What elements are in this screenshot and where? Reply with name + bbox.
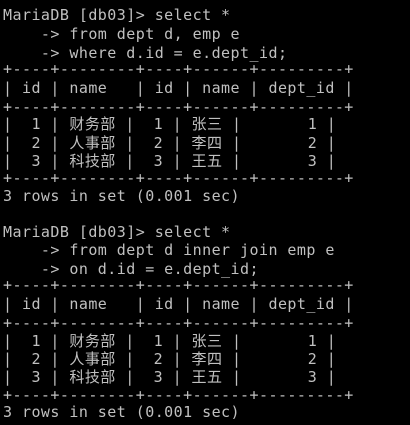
- table-header-row: | id | name | id | name | dept_id |: [3, 79, 354, 97]
- table-border: +----+--------+----+------+---------+: [3, 314, 354, 332]
- prompt-line: MariaDB [db03]> select *: [3, 6, 231, 24]
- table-row: | 1 | 财务部 | 1 | 张三 | 1 |: [3, 115, 337, 133]
- prompt-line: MariaDB [db03]> select *: [3, 223, 231, 241]
- table-row: | 2 | 人事部 | 2 | 李四 | 2 |: [3, 134, 337, 152]
- table-row: | 1 | 财务部 | 1 | 张三 | 1 |: [3, 332, 337, 350]
- table-border: +----+--------+----+------+---------+: [3, 169, 354, 187]
- table-row: | 2 | 人事部 | 2 | 李四 | 2 |: [3, 350, 337, 368]
- table-border: +----+--------+----+------+---------+: [3, 276, 354, 294]
- continuation-line: -> from dept d, emp e: [3, 25, 241, 43]
- result-summary: 3 rows in set (0.001 sec): [3, 187, 241, 205]
- table-border: +----+--------+----+------+---------+: [3, 60, 354, 78]
- terminal-window[interactable]: MariaDB [db03]> select * -> from dept d,…: [0, 0, 410, 425]
- table-header-row: | id | name | id | name | dept_id |: [3, 295, 354, 313]
- continuation-line: -> from dept d inner join emp e: [3, 241, 335, 259]
- table-row: | 3 | 科技部 | 3 | 王五 | 3 |: [3, 368, 337, 386]
- result-summary: 3 rows in set (0.001 sec): [3, 403, 241, 421]
